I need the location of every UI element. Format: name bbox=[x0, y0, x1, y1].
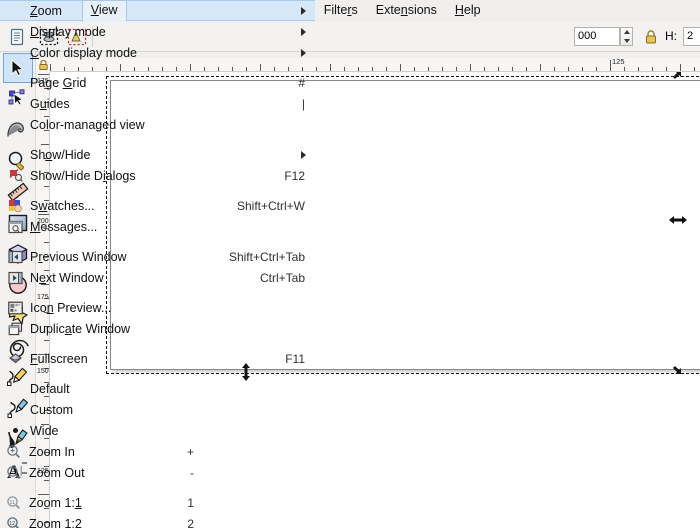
menu-item-show-hide-dialogs-accel: F12 bbox=[284, 168, 305, 183]
menu-item-wide-label: Wide bbox=[30, 423, 59, 438]
menu-item-show-hide-dialogs[interactable]: Show/Hide Dialogs F12 bbox=[0, 165, 315, 186]
menu-item-zoom-1-2[interactable]: 12 Zoom 1:2 2 bbox=[0, 513, 204, 528]
menu-item-swatches-accel: Shift+Ctrl+W bbox=[236, 198, 305, 213]
menu-item-next-window-label: Next Window bbox=[30, 270, 104, 285]
selection-handle-ne[interactable] bbox=[666, 72, 684, 89]
menu-item-color-display-mode[interactable]: Color display mode bbox=[0, 42, 315, 63]
menu-item-guides[interactable]: Guides | bbox=[0, 93, 315, 114]
menu-item-custom-label: Custom bbox=[30, 402, 74, 417]
menu-item-zoom-out-accel: - bbox=[190, 465, 194, 480]
submenu-arrow-icon bbox=[301, 48, 306, 57]
dialogs-icon bbox=[0, 168, 30, 183]
selection-handle-e[interactable] bbox=[668, 214, 688, 229]
duplicate-window-icon bbox=[0, 322, 30, 336]
menu-item-wide[interactable]: Wide bbox=[0, 420, 315, 441]
menu-item-zoom-1-1-accel: 1 bbox=[187, 495, 194, 510]
menu-item-default[interactable]: Default bbox=[0, 378, 315, 399]
menu-item-zoom-1-2-label: Zoom 1:2 bbox=[29, 516, 82, 528]
icon-preview-icon bbox=[0, 301, 30, 315]
width-stepper[interactable] bbox=[620, 27, 633, 46]
menu-item-icon-preview[interactable]: Icon Preview... bbox=[0, 297, 315, 318]
selection-handle-se[interactable] bbox=[666, 360, 684, 381]
menu-item-fullscreen[interactable]: Fullscreen F11 bbox=[0, 348, 315, 369]
menu-item-zoom-in-label: Zoom In bbox=[29, 444, 75, 459]
menu-item-display-mode[interactable]: Display mode bbox=[0, 21, 315, 42]
menu-item-messages-label: Messages... bbox=[30, 219, 98, 234]
menu-item-page-grid-accel: # bbox=[298, 75, 305, 90]
menu-item-fullscreen-label: Fullscreen bbox=[30, 351, 88, 366]
menu-item-previous-window-accel: Shift+Ctrl+Tab bbox=[228, 249, 305, 264]
svg-text:11: 11 bbox=[9, 500, 15, 506]
menu-item-show-hide[interactable]: Show/Hide bbox=[0, 144, 315, 165]
submenu-arrow-icon bbox=[301, 27, 306, 36]
menu-item-zoom-out-label: Zoom Out bbox=[29, 465, 85, 480]
menu-item-previous-window-label: Previous Window bbox=[30, 249, 127, 264]
menu-item-zoom-in[interactable]: Zoom In + bbox=[0, 441, 204, 462]
zoom-1-1-icon: 11 bbox=[0, 495, 27, 510]
menubar-item-view[interactable]: View bbox=[81, 0, 127, 22]
zoom-in-icon bbox=[0, 444, 27, 459]
menu-item-zoom-1-1-label: Zoom 1:1 bbox=[29, 495, 82, 510]
menu-item-duplicate-window[interactable]: Duplicate Window bbox=[0, 318, 315, 339]
submenu-arrow-icon bbox=[301, 150, 306, 159]
menu-item-page-grid-label: Page Grid bbox=[30, 75, 87, 90]
menu-item-zoom[interactable]: Zoom bbox=[0, 0, 315, 21]
messages-icon bbox=[0, 220, 30, 234]
hruler-label-125: 125 bbox=[612, 58, 625, 66]
menu-item-swatches-label: Swatches... bbox=[30, 198, 95, 213]
menu-bar: FFileile Edit View Layer Object Path Tex… bbox=[0, 0, 700, 22]
radio-selected-icon bbox=[0, 428, 30, 433]
menu-item-color-managed-view-label: Color-managed view bbox=[30, 117, 145, 132]
swatches-icon bbox=[0, 199, 30, 213]
menu-item-page-grid[interactable]: Page Grid # bbox=[0, 72, 315, 93]
zoom-1-2-icon: 12 bbox=[0, 516, 27, 528]
menubar-item-help[interactable]: Help bbox=[446, 0, 490, 21]
menu-item-next-window-accel: Ctrl+Tab bbox=[259, 270, 305, 285]
menu-item-show-hide-dialogs-label: Show/Hide Dialogs bbox=[30, 168, 136, 183]
lock-ratio-icon[interactable] bbox=[640, 26, 662, 48]
prev-window-icon bbox=[0, 250, 30, 264]
menu-item-default-label: Default bbox=[30, 381, 70, 396]
menu-item-color-managed-view[interactable]: Color-managed view bbox=[0, 114, 315, 135]
next-window-icon bbox=[0, 271, 30, 285]
menu-item-swatches[interactable]: Swatches... Shift+Ctrl+W bbox=[0, 195, 315, 216]
fullscreen-icon bbox=[0, 352, 30, 365]
height-input[interactable]: 2 bbox=[683, 27, 700, 46]
menu-item-guides-label: Guides bbox=[30, 96, 70, 111]
menu-item-zoom-1-1[interactable]: 11 Zoom 1:1 1 bbox=[0, 492, 204, 513]
menu-item-show-hide-label: Show/Hide bbox=[30, 147, 91, 162]
menu-item-zoom-in-accel: + bbox=[186, 444, 194, 459]
zoom-out-icon bbox=[0, 465, 27, 480]
width-input[interactable]: 000 bbox=[574, 27, 620, 46]
menu-item-zoom-1-2-accel: 2 bbox=[187, 516, 194, 528]
menu-item-previous-window[interactable]: Previous Window Shift+Ctrl+Tab bbox=[0, 246, 315, 267]
menu-item-icon-preview-label: Icon Preview... bbox=[30, 300, 112, 315]
menu-item-guides-accel: | bbox=[301, 96, 305, 111]
menu-item-custom[interactable]: Custom bbox=[0, 399, 315, 420]
vruler-label-3: 150 bbox=[37, 368, 49, 375]
stepper-up-icon[interactable] bbox=[623, 30, 630, 35]
height-label: H: bbox=[665, 29, 677, 43]
menubar-item-filters[interactable]: Filters bbox=[315, 0, 367, 21]
menu-item-zoom-out[interactable]: Zoom Out - bbox=[0, 462, 204, 483]
menu-item-next-window[interactable]: Next Window Ctrl+Tab bbox=[0, 267, 315, 288]
inkscape-window: FFileile Edit View Layer Object Path Tex… bbox=[0, 0, 700, 528]
submenu-arrow-icon bbox=[301, 6, 306, 15]
svg-text:12: 12 bbox=[9, 521, 15, 527]
menu-item-fullscreen-accel: F11 bbox=[285, 351, 305, 366]
menu-item-zoom-label: Zoom bbox=[30, 3, 62, 18]
stepper-down-icon[interactable] bbox=[623, 38, 630, 43]
menu-item-messages[interactable]: Messages... bbox=[0, 216, 315, 237]
menu-item-color-display-mode-label: Color display mode bbox=[30, 45, 137, 60]
menu-item-display-mode-label: Display mode bbox=[30, 24, 106, 39]
menubar-item-extensions[interactable]: Extensions bbox=[367, 0, 446, 21]
menu-item-duplicate-window-label: Duplicate Window bbox=[30, 321, 131, 336]
